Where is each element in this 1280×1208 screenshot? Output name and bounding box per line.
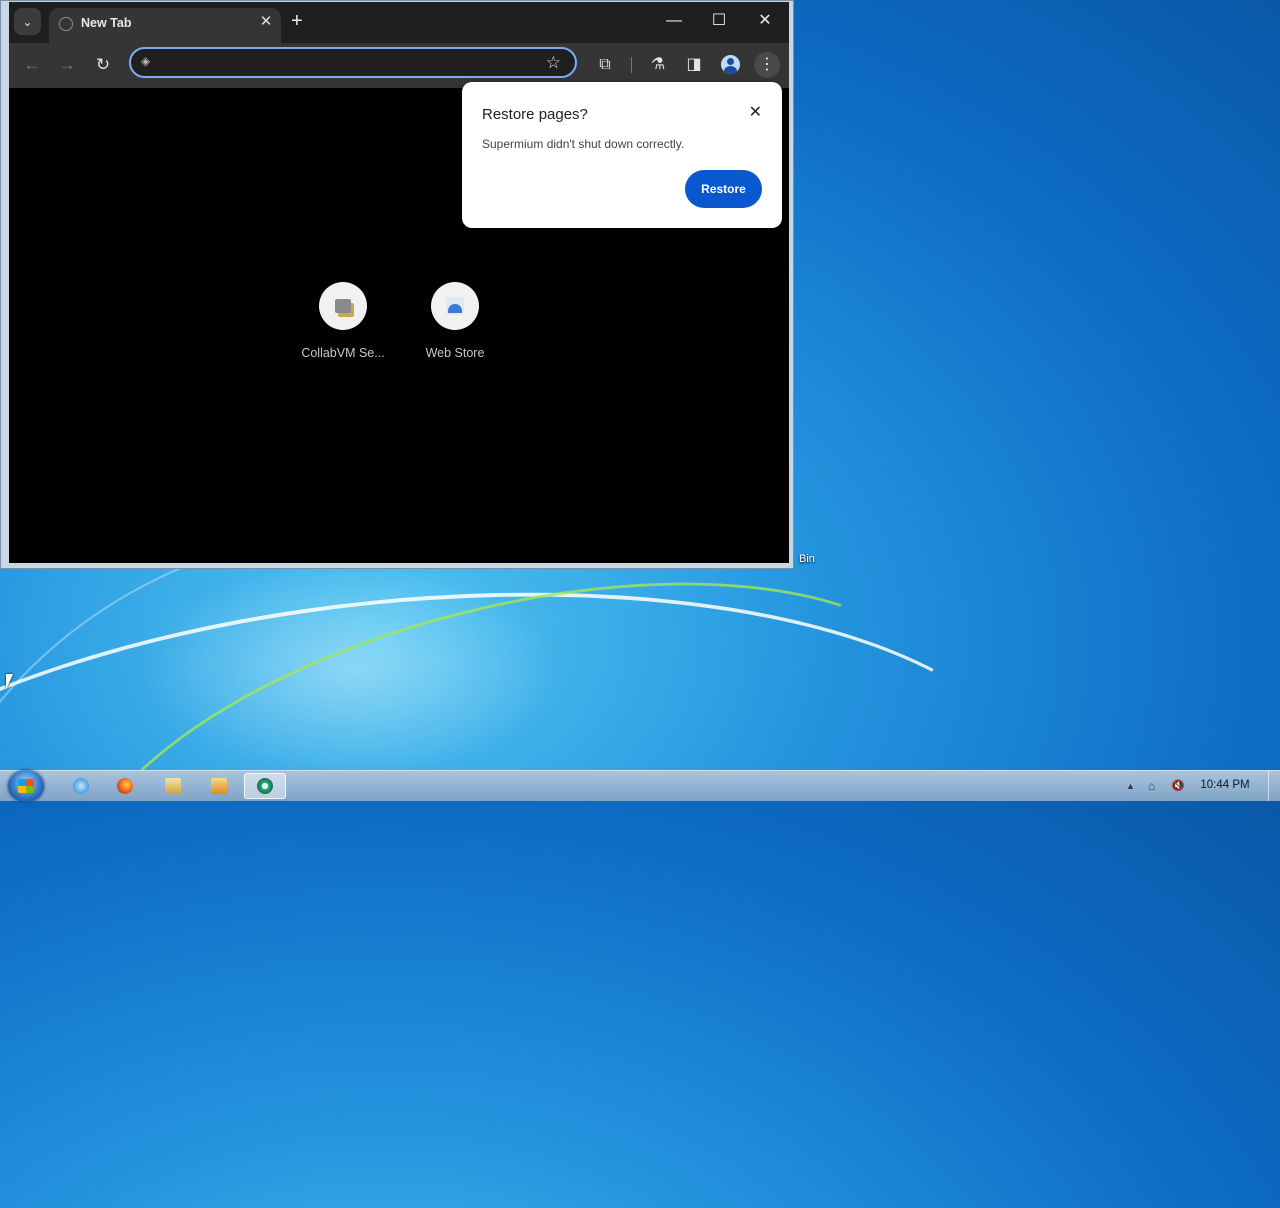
taskbar-media-player[interactable] bbox=[198, 773, 240, 799]
back-button[interactable]: ← bbox=[19, 52, 45, 78]
show-desktop-button[interactable] bbox=[1268, 771, 1280, 801]
side-panel-icon[interactable]: ◨ bbox=[681, 52, 707, 78]
tab-new-tab[interactable]: New Tab ✕ bbox=[49, 8, 281, 43]
taskbar: ▲ ⌂ 🔇 10:44 PM bbox=[0, 770, 1280, 802]
minimize-button[interactable]: — bbox=[659, 8, 689, 34]
internet-explorer-icon bbox=[73, 778, 89, 794]
firefox-icon bbox=[117, 778, 133, 794]
recycle-bin-label[interactable]: Bin bbox=[799, 553, 815, 565]
taskbar-supermium[interactable] bbox=[244, 773, 286, 799]
globe-icon bbox=[59, 17, 73, 31]
shortcut-collabvm[interactable]: CollabVM Se... bbox=[297, 282, 389, 360]
toolbar-divider bbox=[631, 57, 632, 73]
restore-pages-dialog: Restore pages? ✕ Supermium didn't shut d… bbox=[462, 82, 782, 228]
shortcut-label: CollabVM Se... bbox=[301, 346, 385, 360]
web-store-icon bbox=[446, 297, 464, 315]
shortcut-icon-circle bbox=[319, 282, 367, 330]
taskbar-internet-explorer[interactable] bbox=[60, 773, 102, 799]
new-tab-button[interactable]: + bbox=[291, 11, 303, 31]
chevron-down-icon: ⌄ bbox=[22, 14, 33, 29]
shortcut-web-store[interactable]: Web Store bbox=[409, 282, 501, 360]
maximize-button[interactable]: ☐ bbox=[704, 8, 734, 34]
collabvm-icon bbox=[335, 299, 351, 313]
address-bar[interactable]: ◈ ☆ bbox=[129, 47, 577, 78]
page-icon: ◈ bbox=[141, 54, 151, 68]
wallpaper-arc bbox=[24, 501, 1002, 1115]
folder-icon bbox=[165, 778, 181, 794]
browser-menu-button[interactable]: ⋮ bbox=[754, 52, 780, 78]
media-player-icon bbox=[211, 778, 227, 794]
dialog-title: Restore pages? bbox=[482, 106, 588, 123]
supermium-icon bbox=[257, 778, 273, 794]
extensions-icon[interactable]: ⧉ bbox=[592, 52, 618, 78]
clock[interactable]: 10:44 PM bbox=[1196, 779, 1254, 791]
tray-expand-icon[interactable]: ▲ bbox=[1126, 777, 1135, 795]
address-input[interactable] bbox=[161, 53, 535, 75]
taskbar-file-explorer[interactable] bbox=[152, 773, 194, 799]
tab-close-button[interactable]: ✕ bbox=[257, 13, 275, 31]
network-icon[interactable]: ⌂ bbox=[1148, 777, 1155, 795]
taskbar-firefox[interactable] bbox=[104, 773, 146, 799]
start-button[interactable] bbox=[8, 770, 44, 802]
bookmark-star-icon[interactable]: ☆ bbox=[546, 53, 561, 73]
windows-logo-icon bbox=[18, 779, 34, 793]
close-icon[interactable]: ✕ bbox=[749, 103, 762, 123]
tab-strip: ⌄ New Tab ✕ + — ☐ ✕ bbox=[9, 2, 789, 43]
wallpaper-glow bbox=[140, 560, 560, 780]
tab-title: New Tab bbox=[81, 16, 132, 30]
mouse-cursor-icon bbox=[6, 674, 13, 690]
reload-button[interactable]: ↻ bbox=[90, 52, 116, 78]
forward-button[interactable]: → bbox=[54, 52, 80, 78]
profile-avatar[interactable] bbox=[721, 55, 740, 74]
close-window-button[interactable]: ✕ bbox=[750, 8, 780, 34]
tab-search-button[interactable]: ⌄ bbox=[14, 8, 41, 35]
dialog-message: Supermium didn't shut down correctly. bbox=[482, 137, 685, 151]
restore-button[interactable]: Restore bbox=[685, 170, 762, 208]
shortcut-label: Web Store bbox=[425, 346, 485, 360]
volume-muted-icon[interactable]: 🔇 bbox=[1171, 777, 1185, 795]
labs-icon[interactable]: ⚗ bbox=[645, 52, 671, 78]
shortcut-icon-circle bbox=[431, 282, 479, 330]
